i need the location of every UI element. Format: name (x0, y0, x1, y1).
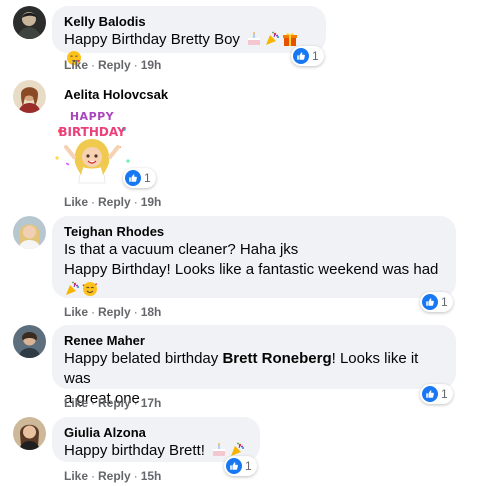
avatar[interactable] (13, 417, 46, 450)
separator: · (91, 396, 96, 410)
separator: · (133, 195, 138, 209)
separator: · (133, 58, 138, 72)
smiling-face-with-hearts-emoji (82, 281, 98, 297)
comment-bubble: Giulia Alzona Happy birthday Brett! (52, 417, 260, 462)
reaction-count: 1 (245, 459, 252, 473)
comment-author[interactable]: Teighan Rhodes (64, 223, 444, 240)
comment-timestamp[interactable]: 19h (141, 195, 162, 209)
comment-author[interactable]: Giulia Alzona (64, 424, 248, 441)
reply-link[interactable]: Reply (98, 195, 131, 209)
party-popper-emoji (264, 31, 280, 47)
reaction-badge[interactable]: 1 (420, 292, 453, 312)
comment-text-line: Happy Birthday! Looks like a fantastic w… (64, 261, 439, 278)
reply-link[interactable]: Reply (98, 469, 131, 483)
gift-emoji (282, 31, 298, 47)
reaction-badge[interactable]: 1 (291, 46, 324, 66)
avatar[interactable] (13, 80, 46, 113)
happy-birthday-sticker: HAPPY BIRTHDAY (52, 103, 132, 187)
like-reaction-icon (125, 170, 141, 186)
like-reaction-icon (226, 458, 242, 474)
like-reaction-icon (422, 386, 438, 402)
comment-text-line: Happy belated birthday Brett Roneberg! L… (64, 349, 444, 389)
reaction-count: 1 (441, 295, 448, 309)
avatar[interactable] (13, 325, 46, 358)
reaction-badge[interactable]: 1 (420, 384, 453, 404)
party-popper-emoji (64, 281, 80, 297)
like-link[interactable]: Like (64, 195, 88, 209)
comment-text: Happy belated birthday (64, 350, 223, 367)
like-reaction-icon (422, 294, 438, 310)
comment-text: Happy Birthday Bretty Boy (64, 31, 240, 48)
comment-author[interactable]: Aelita Holovcsak (64, 86, 168, 103)
separator: · (91, 58, 96, 72)
comment-timestamp[interactable]: 15h (141, 469, 162, 483)
comment-author[interactable]: Kelly Balodis (64, 13, 314, 30)
comment-actions: Like · Reply · 15h (64, 468, 161, 484)
reply-link[interactable]: Reply (98, 305, 131, 319)
mention-link[interactable]: Brett Roneberg (222, 350, 331, 367)
comment-author[interactable]: Renee Maher (64, 332, 444, 349)
reply-link[interactable]: Reply (98, 58, 131, 72)
comment-timestamp[interactable]: 18h (141, 305, 162, 319)
comment-bubble: Kelly Balodis Happy Birthday Bretty Boy (52, 6, 326, 65)
comment-text: Happy birthday Brett! (64, 442, 205, 459)
emoji-line (64, 280, 444, 300)
like-link[interactable]: Like (64, 396, 88, 410)
separator: · (91, 305, 96, 319)
cake-emoji (246, 31, 262, 47)
comment-timestamp[interactable]: 17h (141, 396, 162, 410)
like-link[interactable]: Like (64, 305, 88, 319)
reply-link[interactable]: Reply (98, 396, 131, 410)
avatar[interactable] (13, 6, 46, 39)
separator: · (133, 469, 138, 483)
comment-actions: Like · Reply · 17h (64, 395, 161, 411)
comment-actions: Like · Reply · 18h (64, 304, 161, 320)
reaction-badge[interactable]: 1 (123, 168, 156, 188)
like-link[interactable]: Like (64, 469, 88, 483)
reaction-count: 1 (312, 49, 319, 63)
comment-bubble: Teighan Rhodes Is that a vacuum cleaner?… (52, 216, 456, 298)
separator: · (133, 396, 138, 410)
avatar[interactable] (13, 216, 46, 249)
separator: · (133, 305, 138, 319)
like-link[interactable]: Like (64, 58, 88, 72)
comment-actions: Like · Reply · 19h (64, 57, 161, 73)
comment-text-line: Is that a vacuum cleaner? Haha jks (64, 241, 299, 258)
separator: · (91, 195, 96, 209)
reaction-count: 1 (441, 387, 448, 401)
separator: · (91, 469, 96, 483)
reaction-badge[interactable]: 1 (224, 456, 257, 476)
reaction-count: 1 (144, 171, 151, 185)
sticker-text: BIRTHDAY (58, 125, 126, 139)
cake-emoji (211, 442, 227, 458)
sticker-text: HAPPY (70, 110, 115, 123)
comment-timestamp[interactable]: 19h (141, 58, 162, 72)
comment-actions: Like · Reply · 19h (64, 194, 161, 210)
like-reaction-icon (293, 48, 309, 64)
comment-bubble: Renee Maher Happy belated birthday Brett… (52, 325, 456, 407)
